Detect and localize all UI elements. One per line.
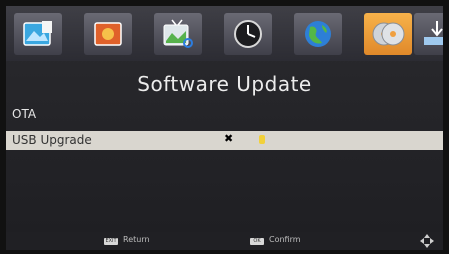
clock-icon (234, 20, 262, 48)
tv-search-icon (163, 19, 193, 48)
page-title: Software Update (137, 72, 312, 96)
menu-icon-bar (6, 6, 443, 61)
menu-tab-network[interactable] (294, 13, 342, 55)
menu-tab-time[interactable] (224, 13, 272, 55)
pointer-icon (259, 135, 265, 144)
menu-tab-system[interactable] (364, 13, 412, 55)
navigation-arrows-icon (420, 234, 434, 248)
cursor-mark: ✖ (224, 132, 234, 145)
tv-menu-screen: Software Update OTA USB Upgrade ✖ EXIT R… (6, 6, 443, 250)
system-icon (424, 21, 443, 45)
return-hint: Return (123, 235, 150, 244)
ok-key-icon: OK (250, 238, 264, 245)
exit-key-icon: EXIT (104, 238, 118, 245)
confirm-hint: Confirm (269, 235, 301, 244)
discs-icon (372, 22, 405, 46)
menu-item-ota[interactable]: OTA (6, 105, 443, 124)
footer-bar: EXIT Return OK Confirm (6, 232, 443, 250)
menu-tab-picture[interactable] (14, 13, 62, 55)
globe-icon (305, 21, 331, 47)
menu-tab-photo[interactable] (84, 13, 132, 55)
picture-icon (23, 21, 52, 46)
photo-icon (94, 22, 122, 46)
menu-tab-tv[interactable] (154, 13, 202, 55)
menu-tab-usb[interactable] (414, 13, 443, 55)
